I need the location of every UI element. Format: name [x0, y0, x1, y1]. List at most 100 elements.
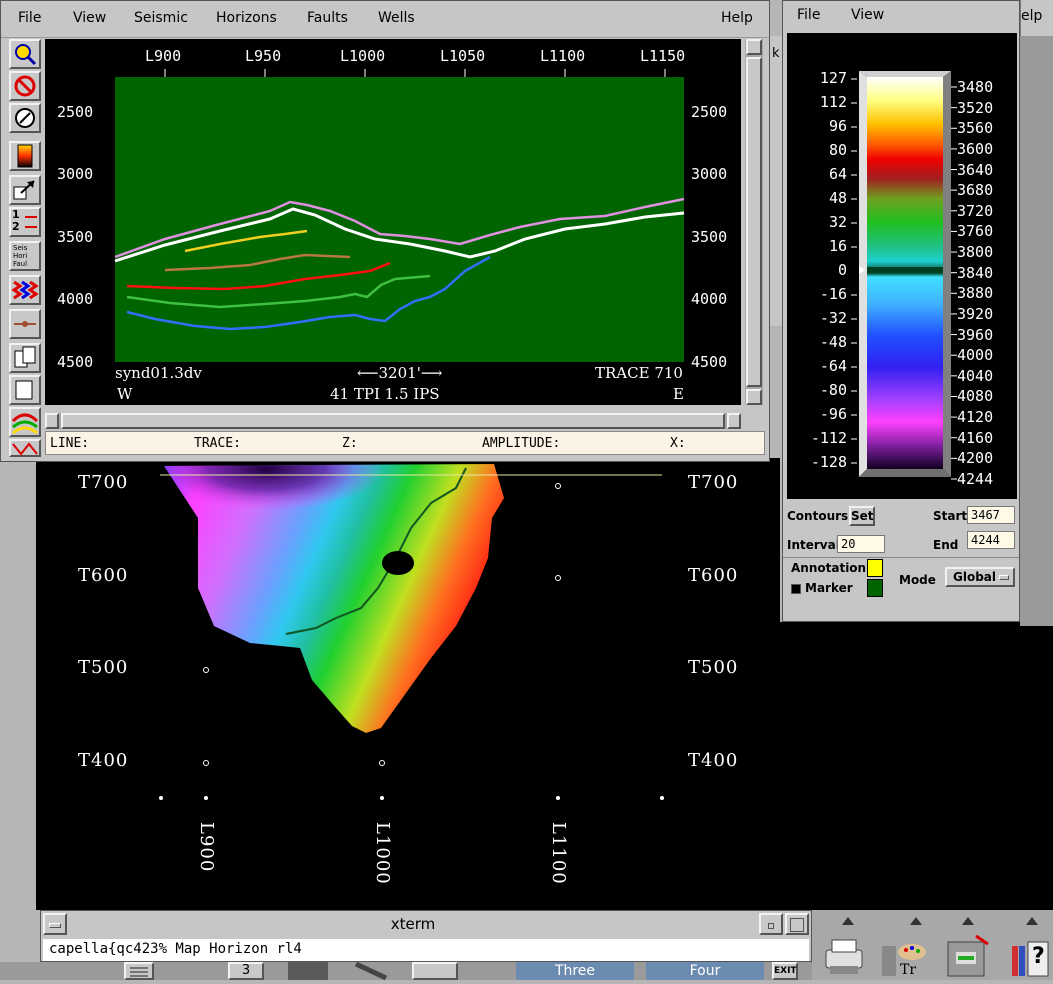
window-menu-button[interactable]: [43, 913, 67, 935]
annotation-color-swatch[interactable]: [867, 559, 883, 577]
axis-left-3000: 3000: [57, 165, 94, 183]
panel-slot[interactable]: [288, 962, 328, 980]
interval-input[interactable]: 20: [837, 535, 885, 553]
exit-button[interactable]: EXIT: [772, 962, 798, 980]
scroll-down-button[interactable]: [746, 389, 762, 405]
menu-help[interactable]: Help: [721, 10, 753, 26]
colorbar-right-value: 4160: [957, 428, 994, 447]
menu-horizons[interactable]: Horizons: [216, 10, 277, 26]
colorbar-right-value: 3640: [957, 160, 994, 179]
scroll-right-button[interactable]: [727, 413, 741, 429]
copy-view-button[interactable]: [9, 343, 41, 373]
workspace-four-button[interactable]: Four: [646, 962, 764, 980]
maximize-icon: [790, 918, 804, 932]
seismic-horizontal-scrollbar[interactable]: [45, 413, 741, 429]
menu-seismic[interactable]: Seismic: [134, 10, 188, 26]
panel-drawer-button[interactable]: [412, 962, 458, 980]
seismic-vertical-scrollbar[interactable]: [745, 39, 763, 405]
horizontal-scroll-thumb[interactable]: [61, 413, 725, 429]
marker-color-swatch[interactable]: [867, 579, 883, 597]
colorbar-window: File View 127 112 96 80 64 48 32 16 0 -1…: [782, 0, 1020, 622]
colorbar-left-value: -64: [819, 357, 847, 375]
style-manager-button[interactable]: [350, 961, 394, 981]
xterm-terminal[interactable]: capella{qc423% Map Horizon rl4: [43, 939, 809, 961]
style-palette-button[interactable]: Tr: [878, 936, 928, 978]
subpanel-arrow-icon[interactable]: [910, 917, 922, 925]
axis-right-2500: 2500: [691, 103, 728, 121]
seismic-section-canvas[interactable]: L900 L950 L1000 L1050 L1100 L1150 2500 3…: [45, 39, 741, 405]
axis-top-l900: L900: [145, 47, 182, 65]
xterm-title[interactable]: xterm: [69, 913, 757, 935]
colorbar-left-value: 64: [828, 165, 847, 183]
subpanel-arrow-icon[interactable]: [962, 917, 974, 925]
end-input[interactable]: 4244: [967, 531, 1015, 549]
menu-file[interactable]: File: [18, 10, 41, 26]
map-label-bottom-l1000: L1000: [372, 822, 393, 885]
start-input[interactable]: 3467: [967, 506, 1015, 524]
contours-set-button[interactable]: Set: [849, 506, 875, 526]
colorbar-menu-file[interactable]: File: [797, 7, 820, 23]
horizon-display-button[interactable]: [9, 407, 41, 437]
trace-label: TRACE 710: [595, 364, 683, 382]
minimize-button[interactable]: [759, 913, 783, 935]
seismic-section-area[interactable]: [115, 77, 684, 362]
colorbar-tool-button[interactable]: [9, 141, 41, 171]
subpanel-arrow-icon[interactable]: [1026, 917, 1038, 925]
unzoom-tool-button[interactable]: [9, 71, 41, 101]
panel-lines-button[interactable]: [124, 962, 154, 980]
zoom-tool-button[interactable]: [9, 39, 41, 69]
colorbar-right-value: 3960: [957, 325, 994, 344]
help-manager-button[interactable]: ?: [1010, 940, 1050, 978]
colorbar-menu-view[interactable]: View: [851, 7, 884, 23]
colorbar-left-value: -16: [819, 285, 847, 303]
mode-label: Mode: [899, 573, 936, 587]
application-manager-button[interactable]: [942, 932, 994, 978]
scale-bar: ⟵3201'⟶: [357, 364, 443, 382]
pencil-circle-icon: [15, 108, 35, 128]
axis-top-l950: L950: [245, 47, 282, 65]
menu-faults[interactable]: Faults: [307, 10, 348, 26]
resize-tool-button[interactable]: [9, 175, 41, 205]
scroll-up-button[interactable]: [746, 39, 762, 55]
colorbar-right-value: 4200: [957, 449, 994, 468]
colorbar-bevel-right: [943, 71, 951, 477]
colorbar-bevel-bottom: [859, 469, 951, 477]
swap-tool-button[interactable]: 1 2: [9, 207, 41, 237]
horizon-map-view[interactable]: T700 T600 T500 T400 T700 T600 T500 T400 …: [36, 458, 780, 910]
workspace-3-button[interactable]: 3: [228, 962, 264, 980]
map-label-right-t500: T500: [688, 657, 739, 678]
seismic-toolbar: 1 2 Seis Hori Faul: [5, 37, 43, 459]
colorbar-left-value: 127: [819, 69, 847, 87]
no-zoom-icon: [14, 75, 36, 97]
colorbar-right-value: 3480: [957, 78, 994, 96]
list-lines-icon: [130, 967, 148, 977]
wiggle-tool-button[interactable]: [9, 275, 41, 305]
colorbar-right-value: 3920: [957, 304, 994, 323]
background-help-partial: elp: [1021, 8, 1043, 24]
axis-left-4500: 4500: [57, 353, 94, 371]
mode-select[interactable]: Global: [945, 567, 1015, 587]
colorbar-right-value: 3560: [957, 119, 994, 138]
menu-wells[interactable]: Wells: [378, 10, 415, 26]
horizon-pick-button[interactable]: [9, 309, 41, 339]
workspace-three-button[interactable]: Three: [516, 962, 634, 980]
colorbar-canvas[interactable]: 127 112 96 80 64 48 32 16 0 -16 -32 -48 -64 -80 -96 -11…: [787, 33, 1017, 499]
display-layers-button[interactable]: Seis Hori Faul: [9, 241, 41, 271]
printer-button[interactable]: [822, 936, 866, 978]
vertical-scroll-thumb[interactable]: [746, 57, 762, 387]
top-axis-ticks: [164, 69, 666, 77]
marker-checkbox[interactable]: [791, 584, 801, 594]
subpanel-arrow-icon[interactable]: [842, 917, 854, 925]
menu-view[interactable]: View: [73, 10, 106, 26]
scroll-left-button[interactable]: [45, 413, 59, 429]
seismic-section-window: File View Seismic Horizons Faults Wells …: [0, 0, 770, 462]
color-scale-gradient[interactable]: [867, 77, 943, 469]
svg-text:Tr: Tr: [900, 962, 916, 978]
colorbar-right-value: 3600: [957, 139, 994, 158]
map-label-right-t600: T600: [688, 565, 739, 586]
fault-display-button[interactable]: [9, 439, 41, 457]
redraw-tool-button[interactable]: [9, 103, 41, 133]
horizon-map-canvas[interactable]: [36, 458, 780, 910]
new-view-button[interactable]: [9, 375, 41, 405]
maximize-button[interactable]: [785, 913, 809, 935]
